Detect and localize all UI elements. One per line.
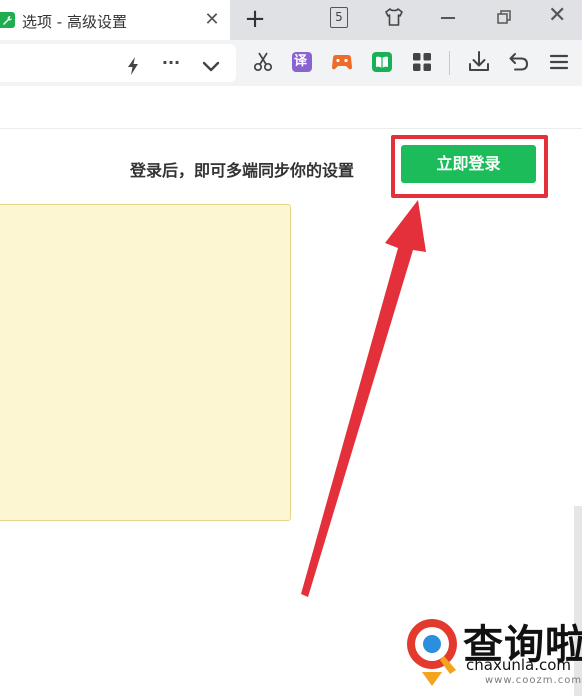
watermark-domain: chaxunla.com: [466, 656, 571, 674]
watermark-subdomain: www.coozm.com: [485, 675, 582, 686]
red-arrow-annotation: [301, 200, 426, 597]
watermark-logo: [400, 610, 464, 694]
